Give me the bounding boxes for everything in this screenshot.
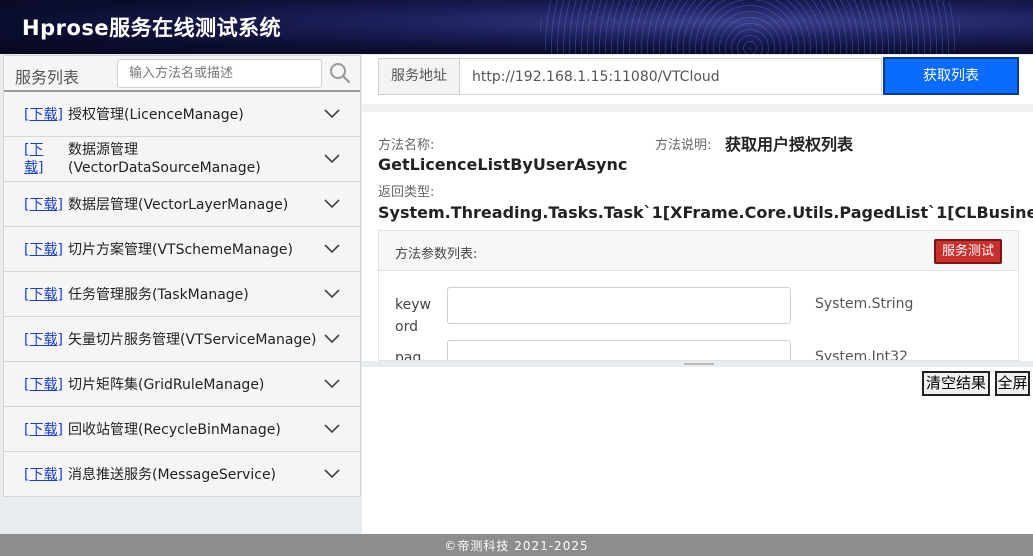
chevron-down-icon[interactable] [324,379,340,389]
sidebar-header: 服务列表 [4,56,360,92]
service-label: 切片方案管理(VTSchemeManage) [68,242,293,258]
param-input-page[interactable] [447,340,791,360]
service-label: 任务管理服务(TaskManage) [68,287,249,303]
clear-results-button[interactable]: 清空结果 [922,371,990,396]
method-panel: 服务地址 获取列表 方法名称: GetLicenceListByUserAsyn… [362,55,1033,534]
service-label: 数据源管理(VectorDataSourceManage) [68,142,261,176]
return-type: System.Threading.Tasks.Task`1[XFrame.Cor… [378,203,1033,222]
copyright-text: ©帝测科技 2021-2025 [444,539,589,553]
sidebar-title: 服务列表 [15,68,80,87]
service-test-button[interactable]: 服务测试 [934,239,1002,264]
service-label: 矢量切片服务管理(VTServiceManage) [68,332,317,348]
download-link[interactable]: [下载] [24,239,63,259]
chevron-down-icon[interactable] [324,109,340,119]
service-label: 消息推送服务(MessageService) [68,467,277,483]
chevron-down-icon[interactable] [324,469,340,479]
service-url-input[interactable] [460,59,880,94]
download-link[interactable]: [下载] [24,464,63,484]
download-link[interactable]: [下载] [24,419,63,439]
service-item-vector-layer[interactable]: [下载] 数据层管理(VectorLayerManage) [4,182,360,227]
method-search-input[interactable] [117,59,322,88]
download-link[interactable]: [下载] [24,374,63,394]
chevron-down-icon[interactable] [324,199,340,209]
service-item-vt-service[interactable]: [下载] 矢量切片服务管理(VTServiceManage) [4,317,360,362]
app-header: Hprose服务在线测试系统 [0,0,1033,54]
service-sidebar: 服务列表 [下载] 授权管理(LicenceManage) [下载] 数据源管理… [3,55,361,497]
service-url-label: 服务地址 [379,59,460,94]
download-link[interactable]: [下载] [24,194,63,214]
search-icon[interactable] [329,62,351,84]
download-label-part: [下 [24,142,44,158]
method-name: GetLicenceListByUserAsync [378,155,628,174]
divider [362,104,1033,112]
splitter-grip-icon[interactable] [684,363,714,365]
footer: ©帝测科技 2021-2025 [0,534,1033,556]
service-item-grid-rule[interactable]: [下载] 切片矩阵集(GridRuleManage) [4,362,360,407]
params-title: 方法参数列表: [395,247,478,262]
download-link[interactable]: [下载] [24,104,63,124]
param-name: pag [395,350,422,361]
param-type: System.String [815,296,914,312]
fetch-list-button[interactable]: 获取列表 [883,57,1019,95]
download-label-part: 载] [24,160,44,176]
download-link[interactable]: [下载] [24,284,63,304]
chevron-down-icon[interactable] [324,244,340,254]
download-link[interactable]: [下载] [24,329,63,349]
method-desc: 获取用户授权列表 [725,135,854,154]
service-label: 切片矩阵集(GridRuleManage) [68,377,265,393]
service-item-recycle-bin[interactable]: [下载] 回收站管理(RecycleBinManage) [4,407,360,452]
return-type-label: 返回类型: [378,185,435,200]
method-name-label: 方法名称: [378,138,435,153]
service-label: 授权管理(LicenceManage) [68,107,244,123]
service-label: 回收站管理(RecycleBinManage) [68,422,281,438]
service-item-task[interactable]: [下载] 任务管理服务(TaskManage) [4,272,360,317]
chevron-down-icon[interactable] [324,424,340,434]
service-item-vector-data-source[interactable]: [下载] 数据源管理(VectorDataSourceManage) [4,137,360,182]
fullscreen-button[interactable]: 全屏 [995,371,1030,396]
service-item-vt-scheme[interactable]: [下载] 切片方案管理(VTSchemeManage) [4,227,360,272]
app-title: Hprose服务在线测试系统 [22,16,282,40]
params-header: 方法参数列表: 服务测试 [379,231,1018,271]
download-link[interactable]: [下载] [24,141,46,177]
param-name: keyword [395,297,431,335]
service-item-licence[interactable]: [下载] 授权管理(LicenceManage) [4,92,360,137]
service-item-message[interactable]: [下载] 消息推送服务(MessageService) [4,452,360,497]
service-label: 数据层管理(VectorLayerManage) [68,197,289,213]
chevron-down-icon[interactable] [324,334,340,344]
chevron-down-icon[interactable] [324,289,340,299]
params-panel: 方法参数列表: 服务测试 keyword System.String pag S… [378,230,1019,361]
chevron-down-icon[interactable] [324,154,340,164]
service-url-bar: 服务地址 [378,58,882,95]
param-type: System.Int32 [815,349,908,361]
method-desc-label: 方法说明: [655,138,712,153]
param-input-keyword[interactable] [447,287,791,324]
